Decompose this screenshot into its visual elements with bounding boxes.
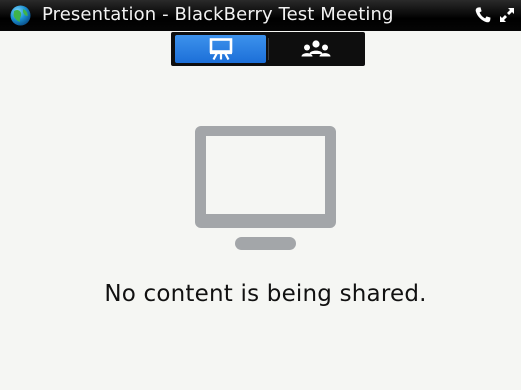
attendees-icon xyxy=(301,40,330,57)
phone-icon[interactable] xyxy=(474,6,492,24)
globe-icon xyxy=(10,5,31,26)
view-tab-bar xyxy=(171,32,365,66)
window-title: Presentation - BlackBerry Test Meeting xyxy=(42,4,394,25)
monitor-icon xyxy=(195,126,336,250)
no-content-message: No content is being shared. xyxy=(104,281,427,307)
expand-icon[interactable] xyxy=(499,7,515,23)
meeting-screen: Presentation - BlackBerry Test Meeting N… xyxy=(0,0,521,390)
title-bar: Presentation - BlackBerry Test Meeting xyxy=(0,0,521,31)
tab-divider xyxy=(268,38,269,60)
tab-attendees[interactable] xyxy=(270,35,361,63)
tab-presentation[interactable] xyxy=(175,35,266,63)
presentation-easel-icon xyxy=(209,38,232,60)
